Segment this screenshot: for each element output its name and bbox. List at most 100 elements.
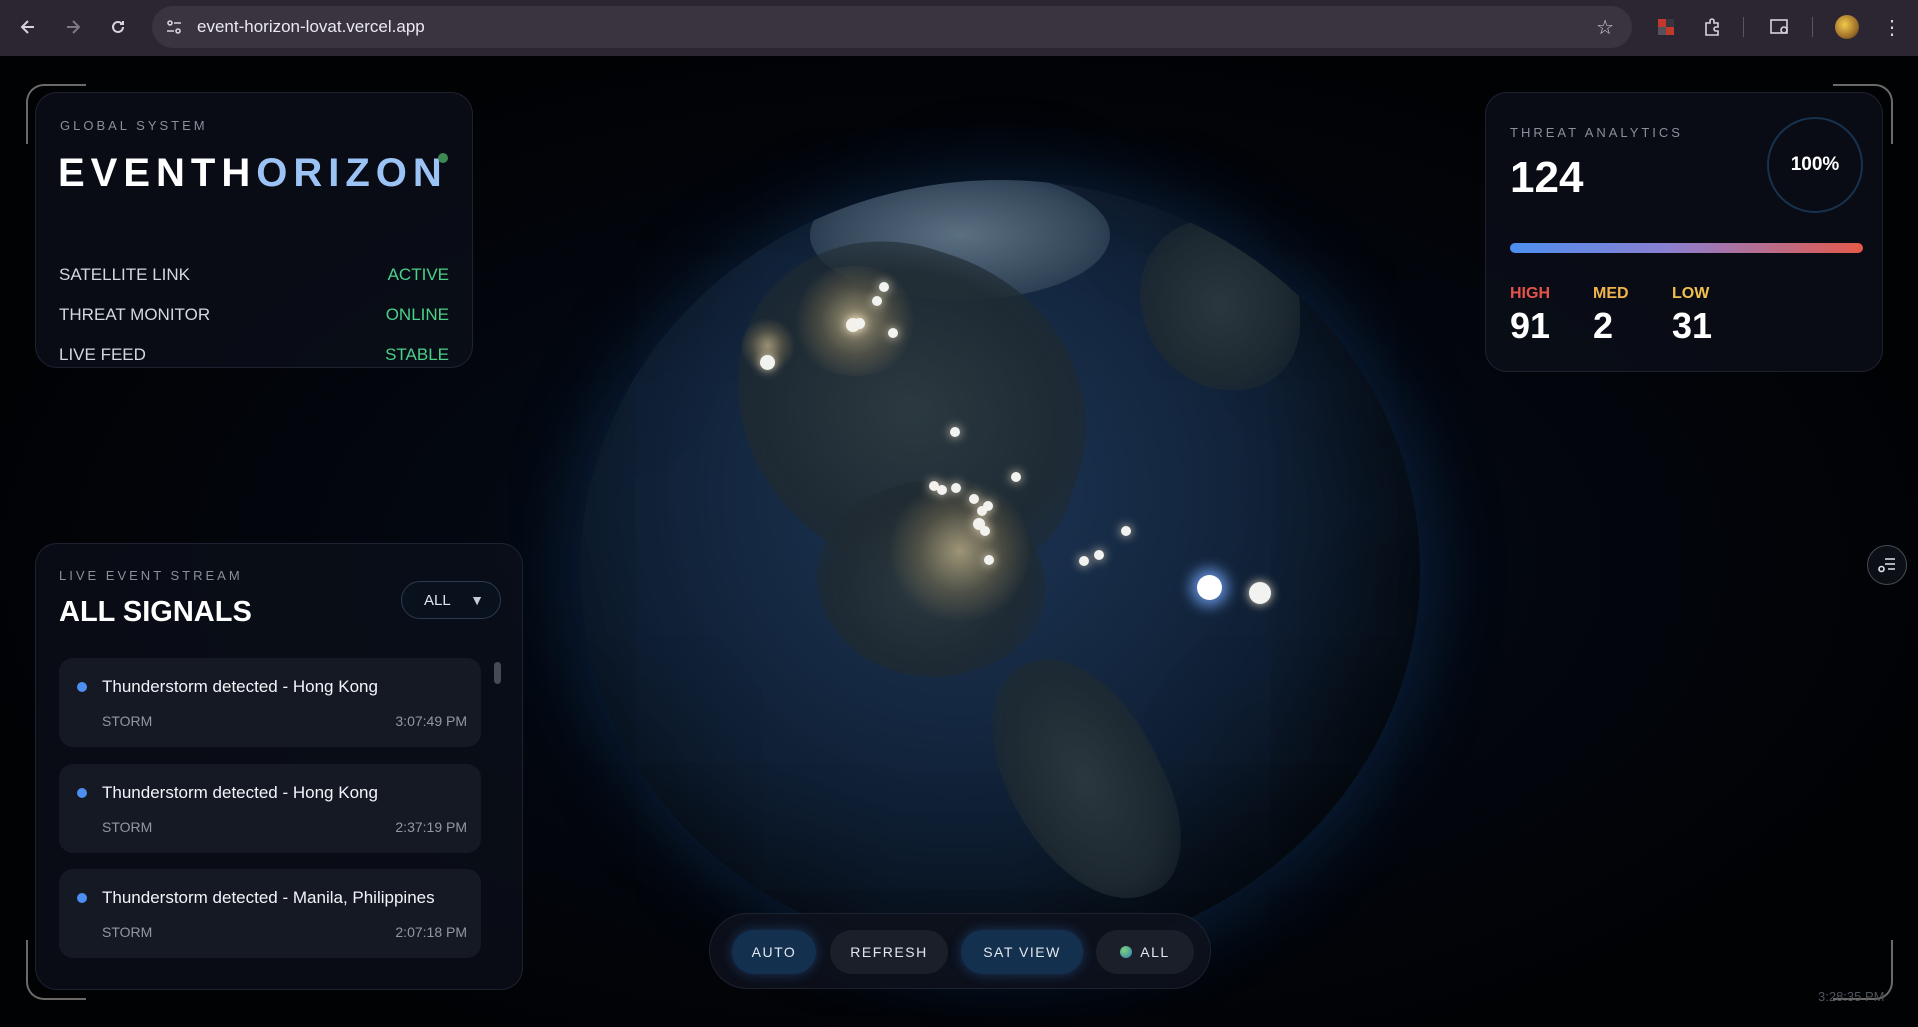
event-marker[interactable]	[1079, 556, 1089, 566]
event-marker[interactable]	[1011, 472, 1021, 482]
auto-rotate-button[interactable]: AUTO	[732, 930, 816, 974]
app-canvas: GLOBAL SYSTEM EVENTHORIZON SATELLITE LIN…	[0, 56, 1918, 1027]
profile-avatar[interactable]	[1834, 14, 1860, 40]
event-card[interactable]: Thunderstorm detected - Manila, Philippi…	[59, 869, 481, 958]
event-marker-selected[interactable]	[1197, 575, 1222, 600]
forward-icon[interactable]	[61, 15, 85, 39]
event-card[interactable]: Thunderstorm detected - Hong Kong STORM …	[59, 658, 481, 747]
event-title: Thunderstorm detected - Manila, Philippi…	[102, 888, 435, 907]
event-marker[interactable]	[984, 555, 994, 565]
south-america-landmass	[962, 630, 1208, 930]
threat-level-value: 2	[1593, 305, 1614, 346]
threat-level-label: LOW	[1672, 285, 1710, 302]
event-marker[interactable]	[760, 355, 775, 370]
status-row: LIVE FEED STABLE	[59, 345, 449, 365]
threat-med: MED 2	[1593, 285, 1629, 347]
threat-analytics-panel: THREAT ANALYTICS 124 100% HIGH 91 MED 2 …	[1485, 92, 1883, 372]
event-time: 2:37:19 PM	[395, 819, 467, 835]
status-key: SATELLITE LINK	[59, 265, 191, 284]
event-marker[interactable]	[1121, 526, 1131, 536]
threat-distribution-bar	[1510, 243, 1863, 253]
status-key: LIVE FEED	[59, 345, 146, 364]
global-system-panel: GLOBAL SYSTEM EVENTHORIZON SATELLITE LIN…	[35, 92, 473, 368]
event-marker[interactable]	[872, 296, 882, 306]
globe-controls-bar: AUTO REFRESH SAT VIEW ALL	[709, 913, 1211, 989]
event-marker[interactable]	[969, 494, 979, 504]
status-value: ONLINE	[385, 305, 449, 324]
status-row: SATELLITE LINK ACTIVE	[59, 265, 449, 285]
event-marker[interactable]	[879, 282, 889, 292]
event-marker[interactable]	[983, 501, 993, 511]
clock-readout: 3:28:35 PM	[1818, 989, 1885, 1004]
site-info-icon[interactable]	[162, 15, 186, 39]
event-marker[interactable]	[951, 483, 961, 493]
event-marker[interactable]	[950, 427, 960, 437]
threat-level-value: 31	[1672, 305, 1713, 346]
address-bar[interactable]: event-horizon-lovat.vercel.app ☆	[152, 6, 1632, 48]
status-value: ACTIVE	[387, 265, 449, 284]
event-marker[interactable]	[980, 526, 990, 536]
logo-part-b: ORIZON	[256, 151, 448, 195]
activity-glow	[890, 476, 1030, 626]
button-label: AUTO	[751, 944, 797, 960]
reload-icon[interactable]	[106, 15, 130, 39]
event-type-dot	[77, 788, 87, 798]
threat-level-label: MED	[1593, 285, 1629, 302]
app-logo-title: EVENTHORIZON	[58, 151, 448, 196]
threat-total: 124	[1510, 153, 1584, 202]
refresh-button[interactable]: REFRESH	[830, 930, 948, 974]
status-row: THREAT MONITOR ONLINE	[59, 305, 449, 325]
event-marker[interactable]	[888, 328, 898, 338]
browser-toolbar: event-horizon-lovat.vercel.app ☆ ⋮	[0, 0, 1918, 56]
status-dot	[438, 153, 448, 163]
threat-low: LOW 31	[1672, 285, 1712, 347]
event-title: Thunderstorm detected - Hong Kong	[102, 677, 378, 696]
event-marker[interactable]	[937, 485, 947, 495]
back-icon[interactable]	[16, 15, 40, 39]
event-card[interactable]: Thunderstorm detected - Hong Kong STORM …	[59, 764, 481, 853]
button-label: REFRESH	[850, 944, 928, 960]
scrollbar-thumb[interactable]	[494, 662, 501, 684]
event-type: STORM	[102, 924, 153, 940]
event-marker[interactable]	[1249, 582, 1271, 604]
panel-label: GLOBAL SYSTEM	[60, 118, 208, 133]
event-type: STORM	[102, 713, 153, 729]
panel-label: LIVE EVENT STREAM	[59, 568, 243, 583]
settings-toggle-icon[interactable]	[1867, 545, 1907, 585]
threat-high: HIGH 91	[1510, 285, 1550, 347]
tab-search-icon[interactable]	[1767, 14, 1793, 40]
toolbar-divider	[1812, 17, 1813, 37]
toolbar-divider	[1743, 17, 1744, 37]
region-all-button[interactable]: ALL	[1096, 930, 1194, 974]
event-marker[interactable]	[1094, 550, 1104, 560]
extension-icon[interactable]	[1653, 14, 1679, 40]
event-type-dot	[77, 893, 87, 903]
status-key: THREAT MONITOR	[59, 305, 211, 324]
sat-view-button[interactable]: SAT VIEW	[961, 930, 1083, 974]
url-text[interactable]: event-horizon-lovat.vercel.app	[197, 17, 425, 37]
button-label: SAT VIEW	[983, 944, 1061, 960]
button-label: ALL	[1140, 944, 1170, 960]
event-type: STORM	[102, 819, 153, 835]
ring-percent: 100%	[1790, 154, 1840, 175]
threat-level-value: 91	[1510, 305, 1551, 346]
menu-kebab-icon[interactable]: ⋮	[1879, 14, 1905, 40]
filter-value: ALL	[424, 591, 451, 609]
panel-label: THREAT ANALYTICS	[1510, 125, 1683, 140]
stream-title: ALL SIGNALS	[59, 596, 252, 628]
event-title: Thunderstorm detected - Hong Kong	[102, 783, 378, 802]
event-time: 2:07:18 PM	[395, 924, 467, 940]
event-filter-select[interactable]: ALL ▼	[401, 581, 501, 619]
dropdown-arrow-icon: ▼	[470, 592, 484, 608]
puzzle-icon[interactable]	[1699, 14, 1725, 40]
event-marker[interactable]	[854, 318, 865, 329]
event-type-dot	[77, 682, 87, 692]
bookmark-star-icon[interactable]: ☆	[1596, 15, 1614, 40]
logo-part-a: EVENTH	[58, 151, 257, 195]
event-time: 3:07:49 PM	[395, 713, 467, 729]
live-event-stream-panel: LIVE EVENT STREAM ALL SIGNALS ALL ▼ Thun…	[35, 543, 523, 990]
threat-level-label: HIGH	[1510, 285, 1550, 302]
status-value: STABLE	[385, 345, 449, 364]
globe-icon	[1120, 946, 1133, 958]
threat-ring-gauge: 100%	[1767, 117, 1863, 213]
